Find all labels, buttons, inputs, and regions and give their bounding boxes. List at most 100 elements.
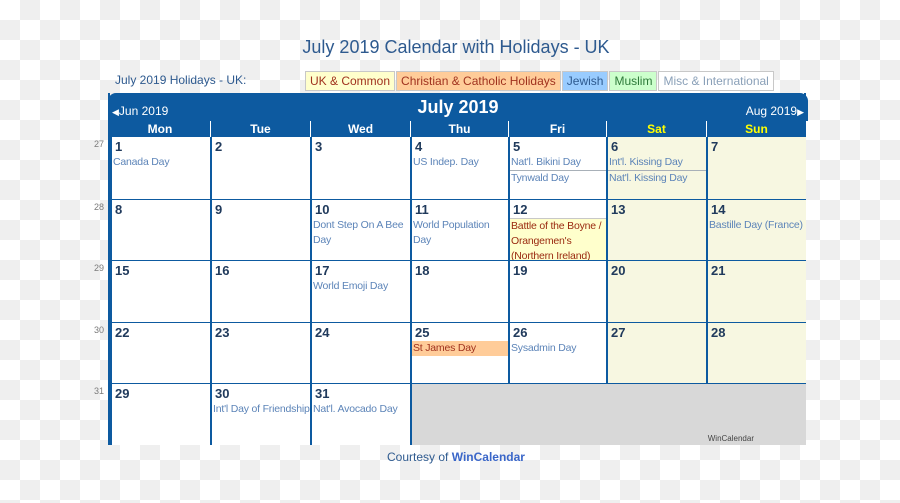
footer: Courtesy of WinCalendar bbox=[0, 450, 900, 464]
day-number: 5 bbox=[513, 139, 521, 154]
day-cell[interactable]: 18 bbox=[410, 261, 508, 322]
week-number: 28 bbox=[94, 201, 105, 212]
day-cell[interactable]: 29 bbox=[110, 384, 210, 445]
day-number: 14 bbox=[711, 201, 726, 217]
day-header-thu: Thu bbox=[410, 121, 508, 137]
holiday-event[interactable]: Battle of the Boyne / Orangemen's (North… bbox=[510, 217, 606, 260]
day-number: 29 bbox=[115, 386, 130, 401]
day-cell[interactable]: 12 Battle of the Boyne / Orangemen's (Nor… bbox=[508, 199, 606, 260]
calendar-grid: 27 1 Canada Day 2 3 4 US Indep. Day 5 Nat'l. Bik… bbox=[94, 137, 806, 445]
empty-trailing-cells: WinCalendar bbox=[410, 384, 806, 445]
day-number: 21 bbox=[711, 263, 726, 278]
day-number: 9 bbox=[215, 201, 223, 217]
day-number: 2 bbox=[215, 139, 223, 154]
legend-misc-international: Misc & International bbox=[658, 71, 774, 91]
holiday-event[interactable]: Int'l Day of Friendship bbox=[212, 402, 310, 417]
holiday-event[interactable]: Nat'l. Kissing Day bbox=[608, 171, 706, 186]
day-cell[interactable]: 6 Int'l. Kissing Day Nat'l. Kissing Day bbox=[606, 137, 706, 199]
day-cell[interactable]: 4 US Indep. Day bbox=[410, 137, 508, 199]
holiday-event[interactable]: Nat'l. Bikini Day bbox=[510, 155, 606, 171]
week-row: 30 22 23 24 25 St James Day 26 Sysadmin Day 27 28 bbox=[94, 321, 806, 383]
day-number: 18 bbox=[415, 263, 430, 278]
day-cell[interactable]: 11 World Population Day bbox=[410, 199, 508, 260]
week-row: 31 29 30 Int'l Day of Friendship 31 Nat'l. Av… bbox=[94, 383, 806, 445]
day-cell[interactable]: 16 bbox=[210, 261, 310, 322]
holiday-event[interactable]: Sysadmin Day bbox=[510, 341, 606, 356]
footer-prefix: Courtesy of bbox=[387, 450, 449, 464]
holiday-event[interactable]: Int'l. Kissing Day bbox=[608, 155, 706, 171]
day-number: 16 bbox=[215, 263, 230, 278]
day-cell[interactable]: 19 bbox=[508, 261, 606, 322]
day-cell[interactable]: 10 Dont Step On A Bee Day bbox=[310, 199, 410, 260]
day-number: 23 bbox=[215, 324, 230, 340]
legend-muslim: Muslim bbox=[609, 71, 658, 91]
holiday-event[interactable]: Nat'l. Avocado Day bbox=[312, 402, 410, 417]
day-cell[interactable]: 15 bbox=[110, 261, 210, 322]
day-cell[interactable]: 20 bbox=[606, 261, 706, 322]
day-header-fri: Fri bbox=[508, 121, 606, 137]
triangle-right-icon: ▶ bbox=[797, 107, 804, 117]
day-cell[interactable]: 1 Canada Day bbox=[110, 137, 210, 199]
day-cell[interactable]: 23 bbox=[210, 322, 310, 383]
week-number: 31 bbox=[94, 386, 105, 396]
day-header-sat: Sat bbox=[606, 121, 706, 137]
day-cell[interactable]: 7 bbox=[706, 137, 806, 199]
day-number: 24 bbox=[315, 324, 330, 340]
day-cell[interactable]: 3 bbox=[310, 137, 410, 199]
week-row: 28 8 9 10 Dont Step On A Bee Day 11 World Popu… bbox=[94, 198, 806, 260]
day-number: 11 bbox=[415, 201, 429, 217]
holiday-event[interactable]: St James Day bbox=[412, 340, 508, 356]
day-number: 30 bbox=[215, 386, 230, 401]
day-cell[interactable]: 8 bbox=[110, 199, 210, 260]
day-number: 17 bbox=[315, 263, 330, 278]
holiday-event[interactable]: US Indep. Day bbox=[412, 155, 508, 170]
holiday-event[interactable]: World Population Day bbox=[412, 218, 508, 248]
day-number: 25 bbox=[415, 324, 430, 340]
calendar: ◀Jun 2019 July 2019 Aug 2019▶ Mon Tue Wed T… bbox=[94, 93, 808, 445]
day-header-tue: Tue bbox=[210, 121, 310, 137]
day-cell[interactable]: 5 Nat'l. Bikini Day Tynwald Day bbox=[508, 137, 606, 199]
day-cell[interactable]: 27 bbox=[606, 322, 706, 383]
day-cell[interactable]: 9 bbox=[210, 199, 310, 260]
day-cell[interactable]: 22 bbox=[110, 322, 210, 383]
week-row: 27 1 Canada Day 2 3 4 US Indep. Day 5 Nat'l. Bik… bbox=[94, 137, 806, 199]
day-cell[interactable]: 13 bbox=[606, 199, 706, 260]
holiday-event[interactable]: World Emoji Day bbox=[312, 279, 410, 294]
day-number: 26 bbox=[513, 324, 528, 340]
wincalendar-watermark[interactable]: WinCalendar bbox=[708, 434, 754, 443]
wincalendar-link[interactable]: WinCalendar bbox=[452, 450, 525, 464]
day-number: 8 bbox=[115, 201, 123, 217]
holiday-event[interactable]: Dont Step On A Bee Day bbox=[312, 218, 410, 248]
day-cell[interactable]: 21 bbox=[706, 261, 806, 322]
legend-christian-catholic: Christian & Catholic Holidays bbox=[396, 71, 561, 91]
day-cell[interactable]: 14 Bastille Day (France) bbox=[706, 199, 806, 260]
day-cell[interactable]: 24 bbox=[310, 322, 410, 383]
day-cell[interactable]: 31 Nat'l. Avocado Day bbox=[310, 384, 410, 445]
holiday-event[interactable]: Bastille Day (France) bbox=[708, 218, 806, 233]
day-cell[interactable]: 2 bbox=[210, 137, 310, 199]
day-cell[interactable]: 17 World Emoji Day bbox=[310, 261, 410, 322]
week-number: 29 bbox=[94, 263, 105, 273]
day-cell[interactable]: 28 bbox=[706, 322, 806, 383]
day-header-wed: Wed bbox=[310, 121, 410, 137]
holiday-legend: UK & Common Christian & Catholic Holiday… bbox=[305, 71, 775, 91]
legend-uk-common: UK & Common bbox=[305, 71, 396, 91]
day-number: 1 bbox=[115, 139, 123, 154]
week-row: 29 15 16 17 World Emoji Day 18 19 20 21 bbox=[94, 260, 806, 322]
day-cell[interactable]: 30 Int'l Day of Friendship bbox=[210, 384, 310, 445]
next-month-link[interactable]: Aug 2019▶ bbox=[746, 104, 804, 118]
holidays-label: July 2019 Holidays - UK: bbox=[115, 73, 247, 87]
month-title: July 2019 bbox=[417, 97, 499, 117]
day-header-sun: Sun bbox=[706, 121, 806, 137]
day-cell[interactable]: 25 St James Day bbox=[410, 322, 508, 383]
day-number: 28 bbox=[711, 324, 726, 340]
day-cell[interactable]: 26 Sysadmin Day bbox=[508, 322, 606, 383]
day-number: 3 bbox=[315, 139, 323, 154]
holiday-event[interactable]: Canada Day bbox=[112, 155, 210, 170]
day-number: 10 bbox=[315, 201, 330, 217]
day-number: 15 bbox=[115, 263, 130, 278]
day-number: 12 bbox=[513, 201, 528, 217]
holiday-event[interactable]: Tynwald Day bbox=[510, 171, 606, 186]
day-number: 27 bbox=[611, 324, 626, 340]
day-number: 19 bbox=[513, 263, 528, 278]
